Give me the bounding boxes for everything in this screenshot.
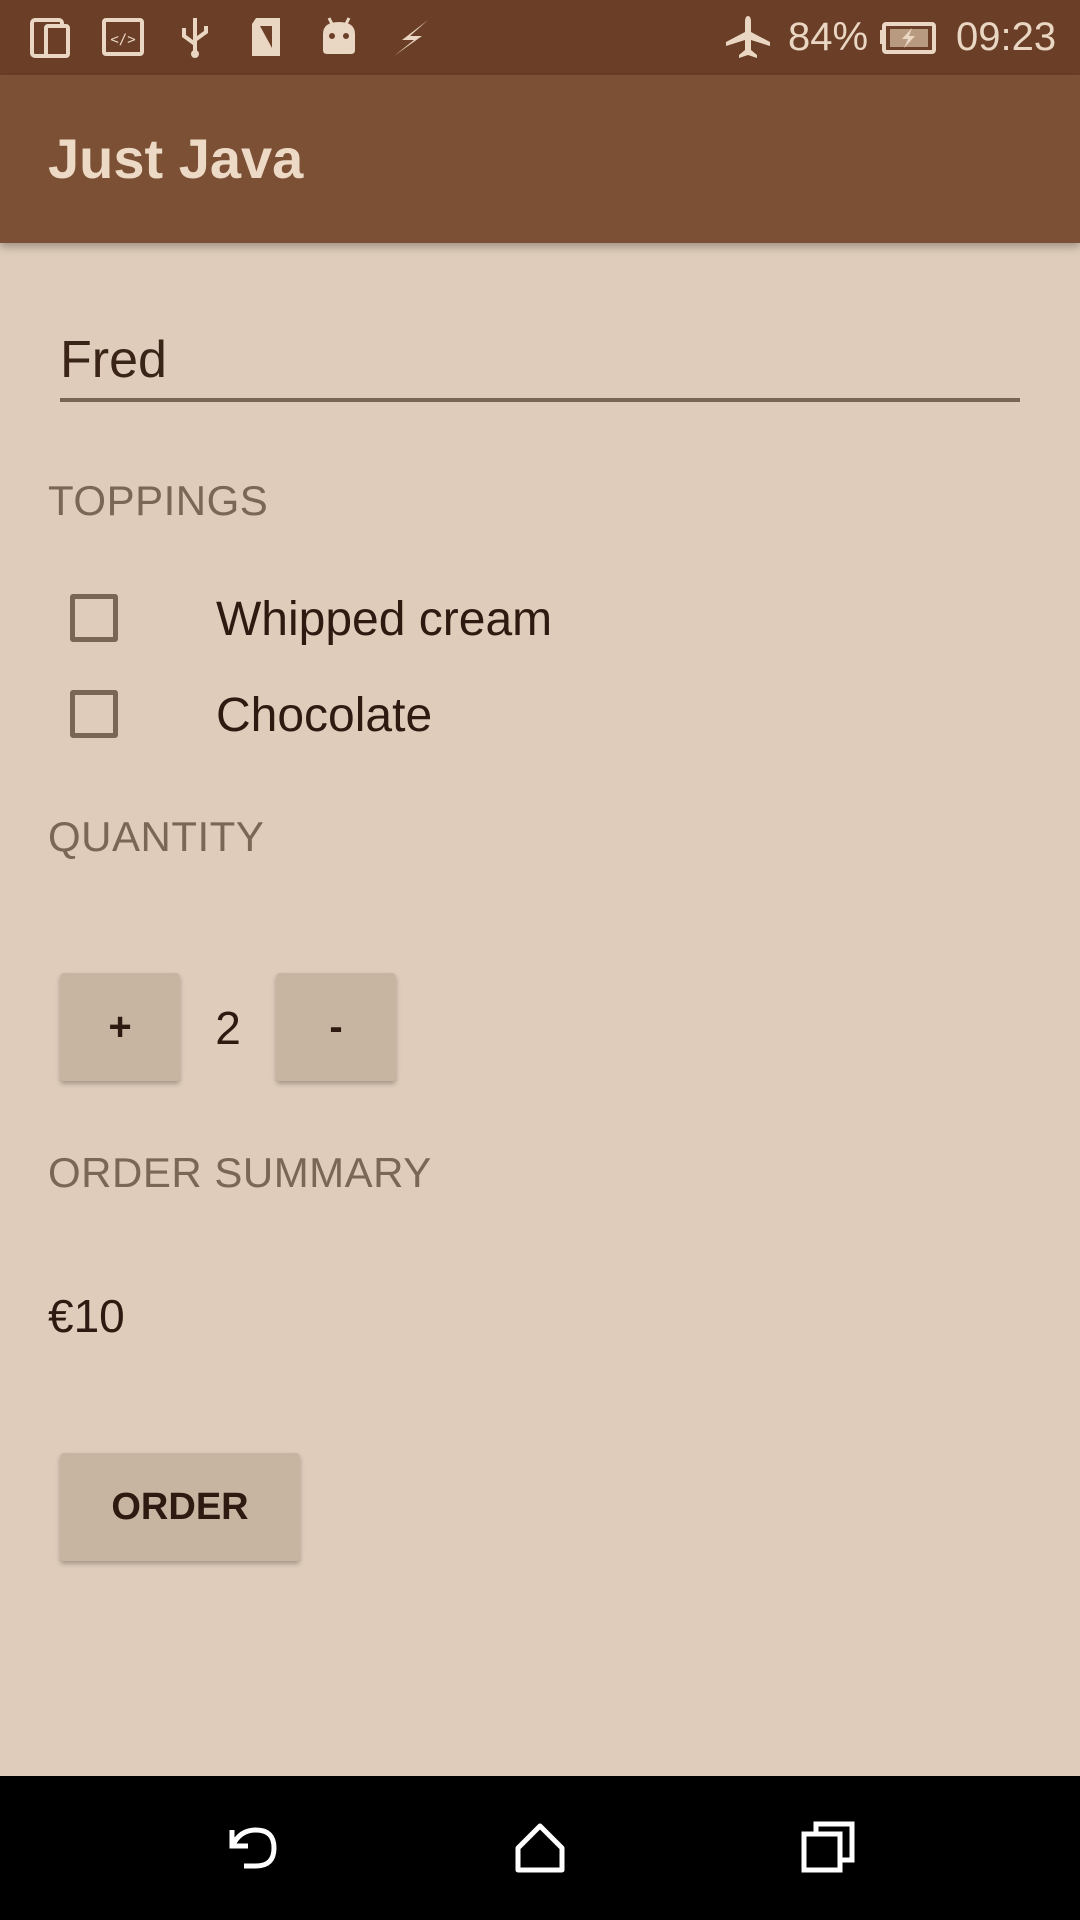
navigation-bar xyxy=(0,1776,1080,1920)
decrement-button[interactable]: - xyxy=(276,973,396,1081)
order-summary-header: ORDER SUMMARY xyxy=(48,1149,432,1196)
status-bar: </> 84% 09:23 xyxy=(0,0,1080,75)
status-time: 09:23 xyxy=(956,15,1057,59)
android-debug-icon xyxy=(323,17,355,54)
whipped-cream-checkbox[interactable] xyxy=(70,594,118,642)
order-button[interactable]: ORDER xyxy=(60,1453,300,1561)
battery-percent: 84% xyxy=(788,15,869,59)
increment-button[interactable]: + xyxy=(60,973,180,1081)
toppings-header: TOPPINGS xyxy=(48,477,269,524)
order-summary-price: €10 xyxy=(48,1290,125,1342)
quantity-value: 2 xyxy=(215,1002,241,1054)
recents-icon[interactable] xyxy=(792,1812,864,1884)
whipped-cream-checkbox-row[interactable]: Whipped cream xyxy=(48,578,608,662)
quantity-header: QUANTITY xyxy=(48,813,265,860)
code-icon: </> xyxy=(102,18,144,56)
name-input[interactable] xyxy=(60,322,1020,402)
phone-tablet-icon xyxy=(30,18,70,58)
battery-charging-icon xyxy=(880,22,936,54)
home-icon[interactable] xyxy=(504,1812,576,1884)
airplane-mode-icon xyxy=(726,16,770,58)
flash-icon xyxy=(394,20,428,56)
chocolate-checkbox[interactable] xyxy=(70,690,118,738)
sd-card-icon xyxy=(252,18,280,56)
usb-icon xyxy=(182,18,208,58)
app-bar: Just Java xyxy=(0,75,1080,243)
chocolate-label[interactable]: Chocolate xyxy=(216,688,432,744)
svg-text:</>: </> xyxy=(110,32,135,48)
chocolate-checkbox-row[interactable]: Chocolate xyxy=(48,674,608,758)
whipped-cream-label[interactable]: Whipped cream xyxy=(216,592,552,648)
app-title: Just Java xyxy=(48,127,304,190)
back-icon[interactable] xyxy=(218,1812,290,1884)
